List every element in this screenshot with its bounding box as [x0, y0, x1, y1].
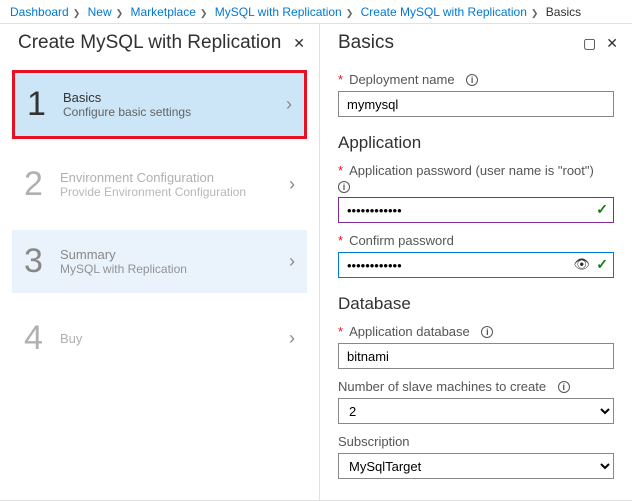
info-icon[interactable]: i	[338, 181, 350, 193]
panel-title: Create MySQL with Replication	[18, 32, 281, 54]
application-password-label: *Application password (user name is "roo…	[338, 163, 614, 178]
panel-title: Basics	[338, 32, 394, 54]
step-title: Buy	[60, 331, 289, 346]
confirm-password-label: *Confirm password	[338, 233, 614, 248]
breadcrumb-item[interactable]: Dashboard	[10, 5, 69, 19]
step-title: Basics	[63, 90, 286, 105]
step-number: 3	[24, 242, 60, 281]
info-icon[interactable]: i	[481, 326, 493, 338]
checkmark-icon: ✓	[596, 201, 608, 218]
deployment-name-label: *Deployment name i	[338, 72, 614, 87]
chevron-right-icon: ❯	[73, 8, 81, 18]
step-subtitle: Configure basic settings	[63, 105, 286, 119]
breadcrumb-item[interactable]: Create MySQL with Replication	[361, 5, 527, 19]
application-database-label: *Application database i	[338, 324, 614, 339]
breadcrumb: Dashboard ❯ New ❯ Marketplace ❯ MySQL with …	[0, 0, 632, 24]
wizard-step-basics[interactable]: 1 Basics Configure basic settings ›	[12, 70, 307, 139]
chevron-right-icon: ›	[289, 328, 295, 349]
subscription-select[interactable]: MySqlTarget	[338, 453, 614, 479]
chevron-right-icon: ❯	[116, 8, 124, 18]
wizard-step-summary[interactable]: 3 Summary MySQL with Replication ›	[12, 230, 307, 293]
info-icon[interactable]: i	[466, 74, 478, 86]
chevron-right-icon: ❯	[346, 8, 354, 18]
close-icon[interactable]: ✕	[606, 35, 618, 52]
step-title: Environment Configuration	[60, 170, 289, 185]
subscription-label: Subscription	[338, 434, 614, 449]
deployment-name-input[interactable]	[338, 91, 614, 117]
wizard-step-environment[interactable]: 2 Environment Configuration Provide Envi…	[12, 153, 307, 216]
chevron-right-icon: ›	[289, 251, 295, 272]
chevron-right-icon: ›	[289, 174, 295, 195]
application-section-header: Application	[338, 133, 614, 153]
step-number: 1	[27, 85, 63, 124]
info-icon[interactable]: i	[558, 381, 570, 393]
eye-icon[interactable]: 👁	[573, 257, 590, 273]
breadcrumb-current: Basics	[546, 5, 581, 19]
azure-portal-blade: Dashboard ❯ New ❯ Marketplace ❯ MySQL with …	[0, 0, 632, 501]
slave-count-select[interactable]: 2	[338, 398, 614, 424]
step-subtitle: Provide Environment Configuration	[60, 185, 289, 199]
maximize-icon[interactable]: ▢	[583, 35, 596, 52]
chevron-right-icon: ›	[286, 94, 292, 115]
breadcrumb-item[interactable]: MySQL with Replication	[215, 5, 342, 19]
step-subtitle: MySQL with Replication	[60, 262, 289, 276]
chevron-right-icon: ❯	[531, 8, 539, 18]
slave-count-label: Number of slave machines to create i	[338, 379, 614, 394]
wizard-steps-panel: Create MySQL with Replication ✕ 1 Basics…	[0, 24, 320, 501]
application-password-input[interactable]	[338, 197, 614, 223]
chevron-right-icon: ❯	[200, 8, 208, 18]
breadcrumb-item[interactable]: New	[88, 5, 112, 19]
close-icon[interactable]: ✕	[293, 35, 305, 52]
wizard-step-buy[interactable]: 4 Buy ›	[12, 307, 307, 370]
database-section-header: Database	[338, 294, 614, 314]
basics-form-panel: Basics ▢ ✕ *Deployment name i Applicatio…	[320, 24, 632, 501]
step-number: 2	[24, 165, 60, 204]
step-title: Summary	[60, 247, 289, 262]
breadcrumb-item[interactable]: Marketplace	[131, 5, 196, 19]
application-database-input[interactable]	[338, 343, 614, 369]
step-number: 4	[24, 319, 60, 358]
checkmark-icon: ✓	[596, 256, 608, 273]
